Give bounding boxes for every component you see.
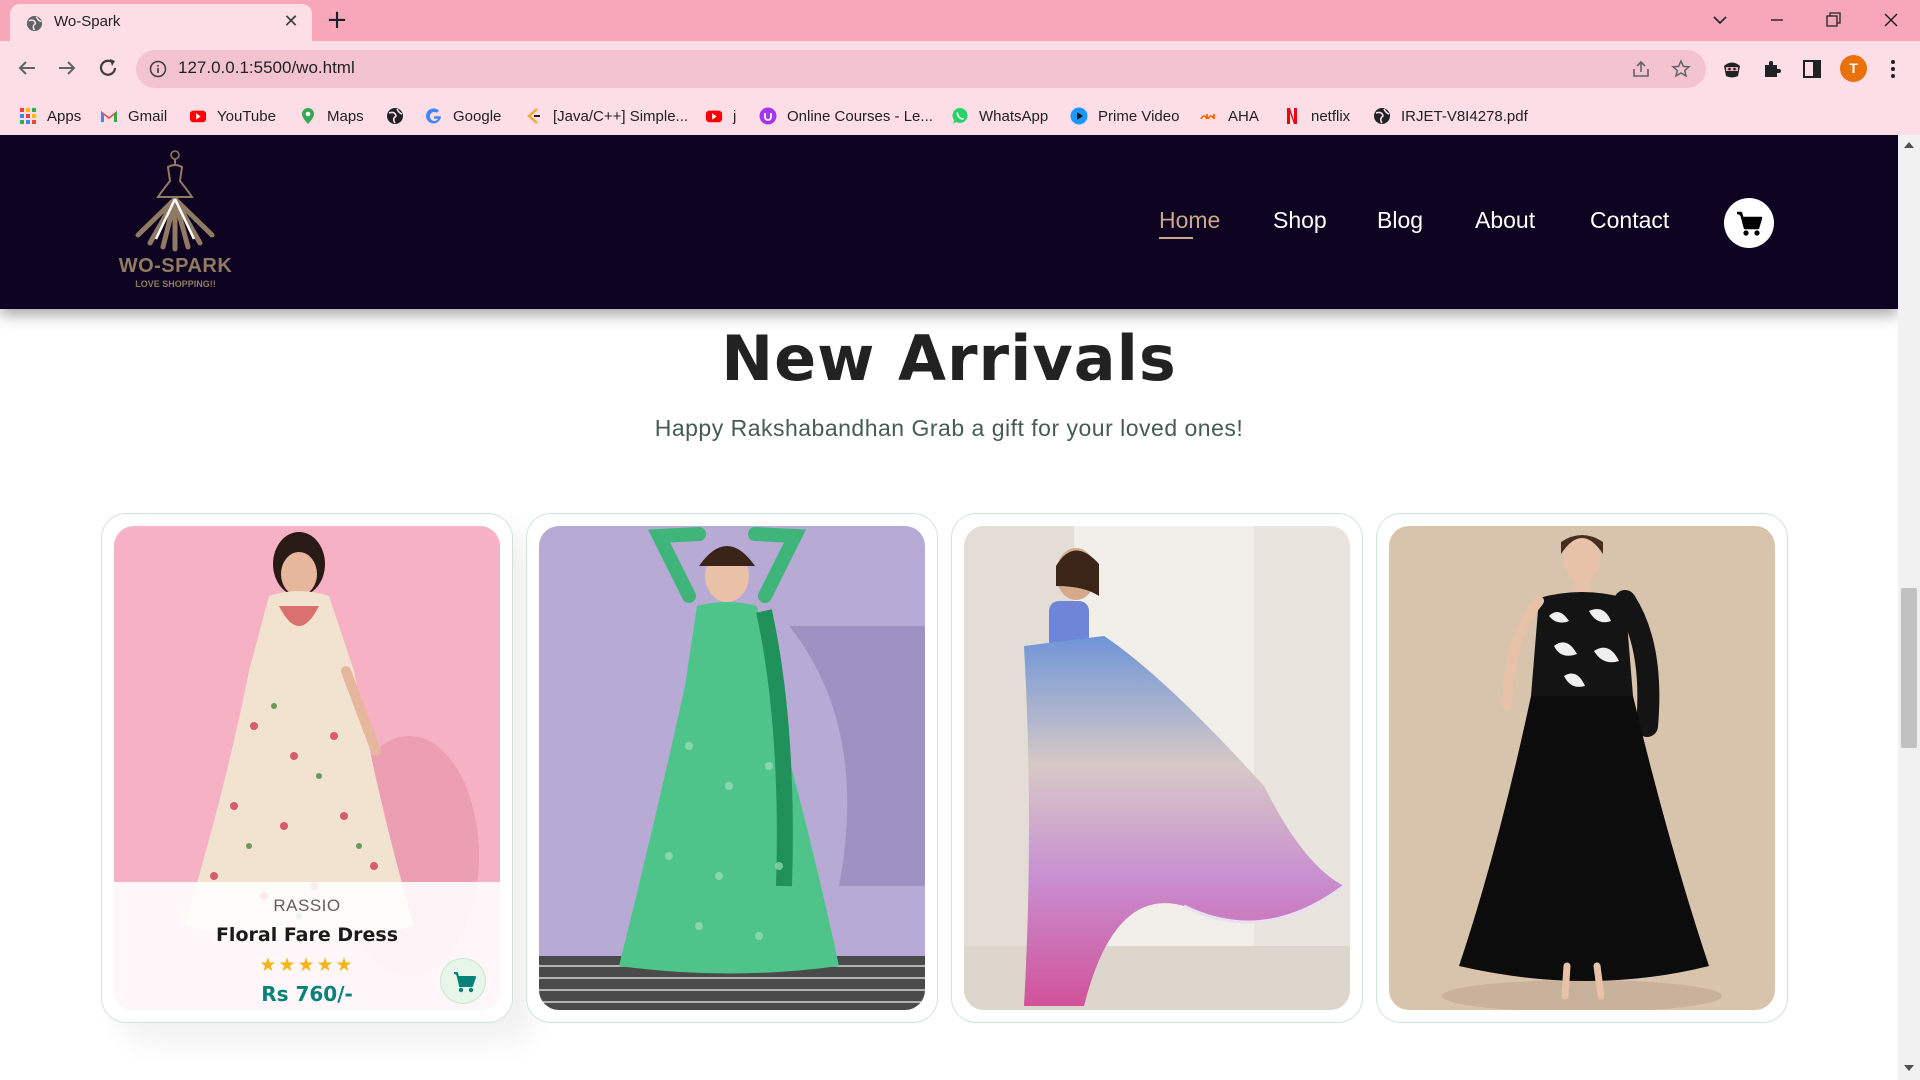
bookmark-prime-video[interactable]: Prime Video — [1070, 104, 1179, 128]
youtube-icon — [189, 110, 207, 123]
restore-icon[interactable] — [1818, 6, 1848, 34]
maps-pin-icon — [302, 108, 314, 124]
bookmark-google[interactable]: Google — [425, 104, 501, 128]
forward-arrow-icon[interactable] — [50, 51, 84, 85]
address-bar[interactable]: 127.0.0.1:5500/wo.html — [136, 50, 1706, 88]
udemy-icon — [759, 107, 777, 125]
bookmark-label: Prime Video — [1098, 107, 1180, 125]
codeforces-icon — [527, 108, 540, 124]
scroll-up-arrow-icon[interactable] — [1903, 140, 1915, 150]
bookmark-label: AHA — [1228, 107, 1259, 125]
product-card[interactable]: RASSIO Floral Fare Dress ★★★★★ Rs 760/- — [101, 513, 513, 1023]
new-tab-button[interactable]: + — [325, 6, 349, 34]
browser-tab-strip: Wo-Spark ✕ + — [0, 0, 1920, 41]
bookmark-label: Online Courses - Le... — [787, 107, 933, 125]
product-brand: RASSIO — [273, 896, 341, 915]
logo-tagline: LOVE SHOPPING!! — [135, 279, 216, 289]
aha-icon — [1200, 114, 1215, 120]
bookmark-irjet-pdf[interactable]: IRJET-V8I4278.pdf — [1373, 104, 1528, 128]
product-image-ombre-saree[interactable] — [964, 526, 1350, 1010]
bookmarks-bar: Apps Gmail YouTube Maps Google [Java/C++… — [0, 98, 1920, 135]
bookmark-label: j — [733, 107, 737, 125]
close-window-icon[interactable] — [1876, 6, 1906, 34]
bookmark-whatsapp[interactable]: WhatsApp — [951, 104, 1048, 128]
shopping-cart-icon — [1737, 211, 1763, 236]
bookmark-globe[interactable] — [386, 104, 414, 128]
bookmark-label: YouTube — [217, 107, 276, 125]
globe-icon — [387, 108, 403, 124]
url-text[interactable]: 127.0.0.1:5500/wo.html — [178, 58, 355, 78]
bookmark-maps[interactable]: Maps — [299, 104, 364, 128]
bookmark-youtube[interactable]: YouTube — [189, 104, 276, 128]
section-title: New Arrivals — [721, 322, 1177, 395]
bookmark-label: IRJET-V8I4278.pdf — [1401, 107, 1528, 125]
nav-active-underline — [1159, 237, 1193, 239]
section-subtitle: Happy Rakshabandhan Grab a gift for your… — [654, 415, 1244, 441]
bookmark-label: Gmail — [128, 107, 168, 125]
globe-icon — [26, 15, 43, 32]
scroll-down-arrow-icon[interactable] — [1903, 1063, 1915, 1073]
bookmark-aha[interactable]: AHA — [1200, 104, 1259, 128]
product-name[interactable]: Floral Fare Dress — [114, 924, 500, 946]
profile-avatar[interactable]: T — [1840, 55, 1867, 82]
youtube-icon — [705, 110, 723, 123]
bookmark-star-icon[interactable] — [1671, 59, 1691, 79]
browser-toolbar: 127.0.0.1:5500/wo.html T — [0, 41, 1920, 98]
bookmark-label: Maps — [327, 107, 364, 125]
globe-icon — [1374, 108, 1390, 124]
site-info-icon[interactable] — [149, 60, 167, 78]
share-icon[interactable] — [1631, 59, 1651, 79]
dress-logo-icon — [135, 150, 215, 252]
tab-search-chevron-icon[interactable] — [1705, 6, 1735, 34]
apps-grid-icon — [20, 108, 36, 124]
bookmark-label: WhatsApp — [979, 107, 1049, 125]
netflix-icon — [1287, 108, 1297, 124]
whatsapp-icon — [952, 108, 968, 124]
page-viewport: WO-SPARK LOVE SHOPPING!! Home Shop Blog … — [0, 135, 1898, 1080]
nav-about[interactable]: About — [1475, 207, 1535, 234]
shopping-cart-icon — [454, 972, 476, 993]
product-image-green-anarkali[interactable] — [539, 526, 925, 1010]
back-arrow-icon[interactable] — [10, 51, 44, 85]
product-image-black-gown[interactable] — [1389, 526, 1775, 1010]
nav-contact[interactable]: Contact — [1590, 207, 1669, 234]
logo-name: WO-SPARK — [118, 255, 233, 277]
site-logo[interactable]: WO-SPARK LOVE SHOPPING!! — [108, 147, 243, 297]
product-card[interactable] — [526, 513, 938, 1023]
bookmark-label: [Java/C++] Simple... — [553, 107, 689, 125]
bookmark-label: netflix — [1311, 107, 1351, 125]
gmail-icon — [101, 111, 117, 122]
browser-tab-active[interactable]: Wo-Spark ✕ — [10, 4, 312, 41]
extensions-puzzle-icon[interactable] — [1760, 57, 1784, 81]
browser-menu-icon[interactable] — [1883, 55, 1903, 83]
bookmark-j[interactable]: j — [705, 104, 736, 128]
reload-icon[interactable] — [91, 51, 125, 85]
extension-ninja-icon[interactable] — [1720, 57, 1744, 81]
bookmark-online-courses[interactable]: Online Courses - Le... — [759, 104, 933, 128]
bookmark-java-cpp[interactable]: [Java/C++] Simple... — [525, 104, 688, 128]
google-icon — [426, 108, 441, 124]
prime-video-icon — [1070, 107, 1088, 125]
scrollbar-thumb[interactable] — [1901, 588, 1917, 748]
nav-blog[interactable]: Blog — [1377, 207, 1423, 234]
product-card[interactable] — [951, 513, 1363, 1023]
bookmark-label: Google — [453, 107, 502, 125]
nav-shop[interactable]: Shop — [1273, 207, 1327, 234]
header-cart-button[interactable] — [1724, 198, 1774, 248]
bookmark-apps[interactable]: Apps — [19, 104, 81, 128]
tab-title: Wo-Spark — [54, 13, 121, 30]
bookmark-label: Apps — [47, 107, 82, 125]
minimize-icon[interactable] — [1762, 6, 1792, 34]
bookmark-netflix[interactable]: netflix — [1283, 104, 1350, 128]
bookmark-gmail[interactable]: Gmail — [100, 104, 167, 128]
nav-home[interactable]: Home — [1159, 207, 1220, 234]
tab-close-icon[interactable]: ✕ — [281, 12, 301, 32]
side-panel-icon[interactable] — [1800, 57, 1824, 81]
add-to-cart-button[interactable] — [440, 958, 486, 1004]
site-header: WO-SPARK LOVE SHOPPING!! Home Shop Blog … — [0, 135, 1898, 309]
product-card[interactable] — [1376, 513, 1788, 1023]
